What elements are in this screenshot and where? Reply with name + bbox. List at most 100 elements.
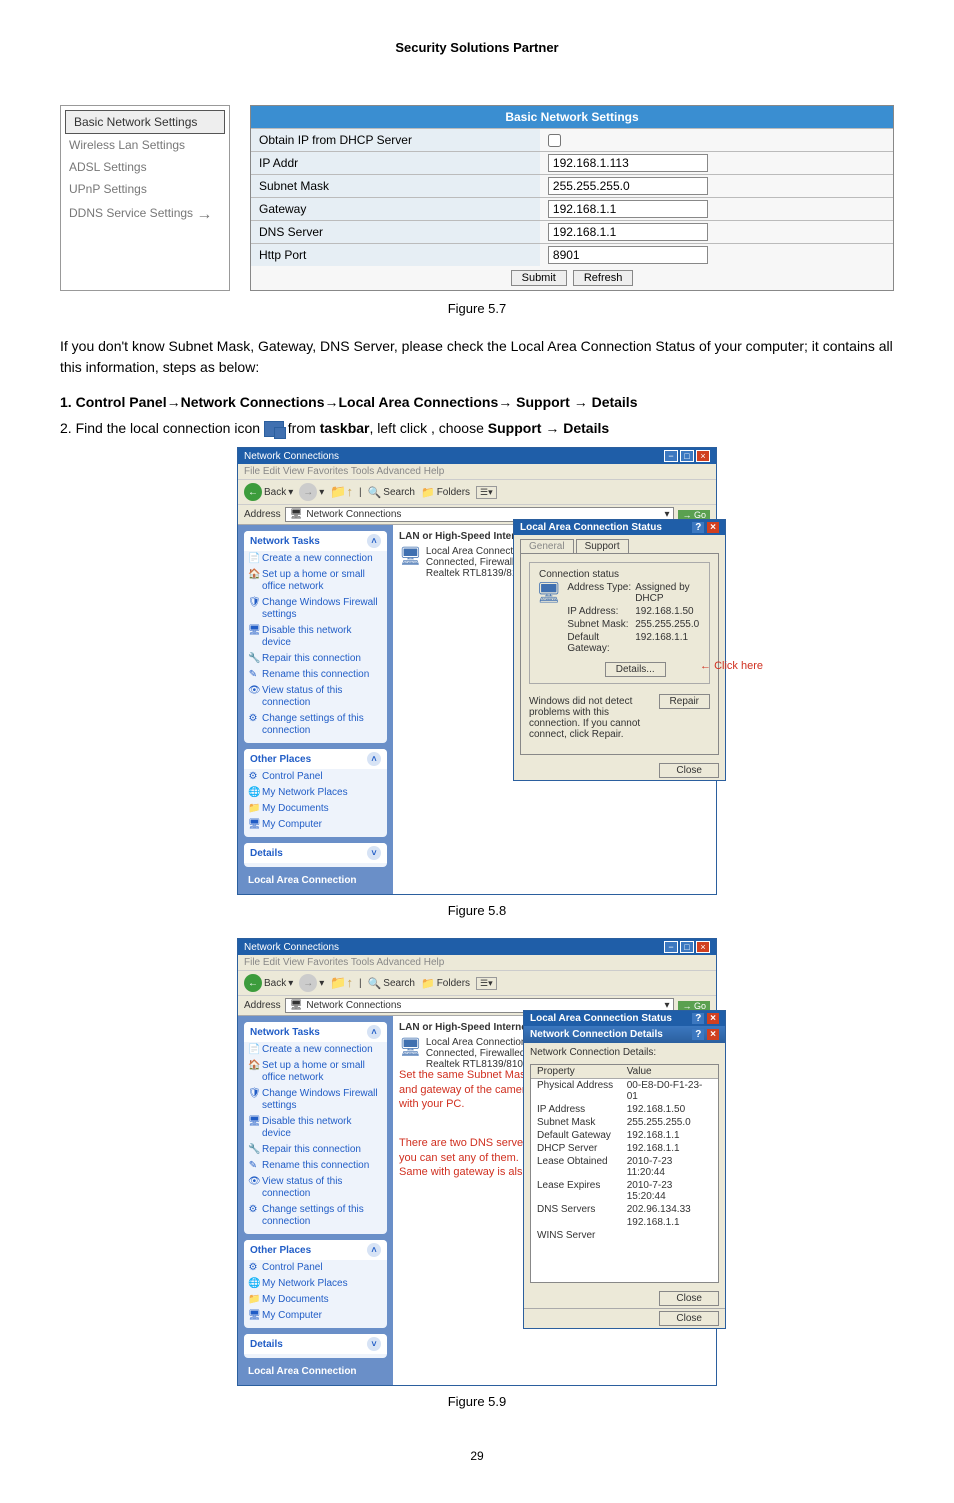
sidebar-item[interactable]: 🌐My Network Places [244, 785, 387, 801]
tab-support[interactable]: Support [576, 539, 629, 553]
folders-icon: 📁 [421, 977, 435, 990]
sidebar-item[interactable]: ⚙Control Panel [244, 1260, 387, 1276]
page-number: 29 [60, 1449, 894, 1463]
sidebar-item[interactable]: ✎Rename this connection [244, 1158, 387, 1174]
sidebar-item[interactable]: 👁View status of this connection [244, 683, 387, 711]
col-property: Property [531, 1065, 621, 1078]
arrow-icon: → [574, 394, 588, 410]
sidenav-item-upnp[interactable]: UPnP Settings [61, 178, 229, 200]
firewall-icon: 🛡 [248, 597, 258, 609]
sidebar-item[interactable]: 🏠Set up a home or small office network [244, 567, 387, 595]
forward-icon: → [299, 974, 317, 992]
help-icon[interactable]: ? [692, 522, 704, 533]
up-icon[interactable]: 📁↑ [330, 484, 353, 500]
view-icon[interactable]: ☰▾ [476, 977, 497, 990]
help-icon[interactable]: ? [692, 1013, 704, 1024]
sidebar-item[interactable]: 🔧Repair this connection [244, 1142, 387, 1158]
close-icon[interactable]: × [707, 1029, 719, 1040]
window-title: Network Connections [244, 942, 339, 953]
sidebar-item[interactable]: ⚙Change settings of this connection [244, 1202, 387, 1230]
refresh-button[interactable]: Refresh [573, 270, 634, 286]
repair-button[interactable]: Repair [659, 694, 710, 709]
sidebar-item[interactable]: 🛡Change Windows Firewall settings [244, 595, 387, 623]
back-button[interactable]: ← Back ▾ [244, 974, 293, 992]
minimize-icon[interactable]: − [664, 941, 678, 953]
sidebar-item[interactable]: ⚙Control Panel [244, 769, 387, 785]
sidebar-item[interactable]: 📁My Documents [244, 801, 387, 817]
close-icon[interactable]: × [707, 1013, 719, 1024]
maximize-icon[interactable]: □ [680, 450, 694, 462]
sidebar-item[interactable]: 🏠Set up a home or small office network [244, 1058, 387, 1086]
minimize-icon[interactable]: − [664, 450, 678, 462]
sidenav-item-wireless[interactable]: Wireless Lan Settings [61, 134, 229, 156]
list-val: 2010-7-23 15:20:44 [621, 1179, 718, 1203]
sidebar-item[interactable]: 📄Create a new connection [244, 551, 387, 567]
kv-value: Assigned by DHCP [635, 582, 703, 604]
subnet-input[interactable] [548, 177, 708, 195]
close-icon[interactable]: × [696, 450, 710, 462]
search-button[interactable]: 🔍 Search [368, 486, 415, 499]
close-button[interactable]: Close [659, 763, 719, 778]
view-icon[interactable]: ☰▾ [476, 486, 497, 499]
label-ip: IP Addr [251, 152, 540, 174]
firewall-icon: 🛡 [248, 1088, 258, 1100]
sidebar-item[interactable]: ✎Rename this connection [244, 667, 387, 683]
sidebar-item[interactable]: 🖥My Computer [244, 817, 387, 833]
go-button[interactable]: → Go [678, 510, 710, 520]
sidebar-item[interactable]: 🖥Disable this network device [244, 1114, 387, 1142]
sidebar-item[interactable]: 🌐My Network Places [244, 1276, 387, 1292]
folders-button[interactable]: 📁 Folders [421, 486, 470, 499]
menubar[interactable]: File Edit View Favorites Tools Advanced … [238, 464, 716, 479]
other-places-header[interactable]: Other Places˄ [244, 749, 387, 769]
menubar[interactable]: File Edit View Favorites Tools Advanced … [238, 955, 716, 970]
gateway-input[interactable] [548, 200, 708, 218]
sidebar-item[interactable]: 📁My Documents [244, 1292, 387, 1308]
other-places-header[interactable]: Other Places˄ [244, 1240, 387, 1260]
submit-button[interactable]: Submit [511, 270, 567, 286]
repair-icon: 🔧 [248, 653, 258, 665]
ip-input[interactable] [548, 154, 708, 172]
go-button[interactable]: → Go [678, 1001, 710, 1011]
sidebar-item[interactable]: 📄Create a new connection [244, 1042, 387, 1058]
sidenav-item-basic-network[interactable]: Basic Network Settings [65, 110, 225, 134]
forward-icon: → [299, 483, 317, 501]
figure-caption-5-8: Figure 5.8 [60, 903, 894, 918]
up-icon[interactable]: 📁↑ [330, 975, 353, 991]
maximize-icon[interactable]: □ [680, 941, 694, 953]
http-input[interactable] [548, 246, 708, 264]
network-places-icon: 🌐 [248, 787, 258, 799]
sidebar-item[interactable]: 🖥Disable this network device [244, 623, 387, 651]
forward-button[interactable]: → ▾ [299, 483, 324, 501]
details-header[interactable]: Details˅ [244, 1334, 387, 1354]
details-button[interactable]: Details... [605, 662, 666, 677]
folders-button[interactable]: 📁 Folders [421, 977, 470, 990]
my-computer-icon: 🖥 [248, 819, 258, 831]
sidebar-item[interactable]: 🛡Change Windows Firewall settings [244, 1086, 387, 1114]
dialog-title: Local Area Connection Status [520, 522, 662, 533]
sidebar-item[interactable]: 🔧Repair this connection [244, 651, 387, 667]
search-icon: 🔍 [368, 486, 382, 499]
forward-button[interactable]: → ▾ [299, 974, 324, 992]
back-button[interactable]: ← Back ▾ [244, 483, 293, 501]
tab-general[interactable]: General [520, 539, 574, 553]
sidebar-item[interactable]: 🖥My Computer [244, 1308, 387, 1324]
close-icon[interactable]: × [707, 522, 719, 533]
list-key: WINS Server [531, 1229, 621, 1242]
close-icon[interactable]: × [696, 941, 710, 953]
dhcp-checkbox[interactable] [548, 134, 561, 147]
sidenav-item-ddns[interactable]: DDNS Service Settings → [61, 200, 229, 226]
dns-input[interactable] [548, 223, 708, 241]
network-places-icon: 🌐 [248, 1278, 258, 1290]
details-header[interactable]: Details˅ [244, 843, 387, 863]
help-icon[interactable]: ? [692, 1029, 704, 1040]
arrow-icon: → [325, 394, 339, 410]
sidebar-item[interactable]: ⚙Change settings of this connection [244, 711, 387, 739]
network-tasks-header[interactable]: Network Tasks˄ [244, 1022, 387, 1042]
close-button[interactable]: Close [659, 1311, 719, 1326]
close-button[interactable]: Close [659, 1291, 719, 1306]
network-tasks-header[interactable]: Network Tasks˄ [244, 531, 387, 551]
sidenav-item-adsl[interactable]: ADSL Settings [61, 156, 229, 178]
figure-5-7: Basic Network Settings Wireless Lan Sett… [60, 105, 894, 291]
sidebar-item[interactable]: 👁View status of this connection [244, 1174, 387, 1202]
search-button[interactable]: 🔍 Search [368, 977, 415, 990]
